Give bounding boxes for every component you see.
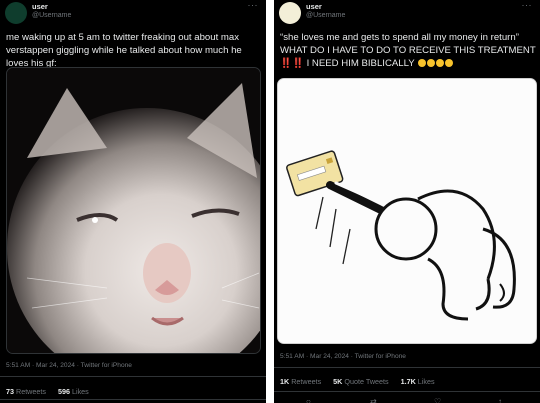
cat-face-image <box>7 68 260 353</box>
reply-icon[interactable]: ○ <box>306 397 311 403</box>
double-exclamation-icon: ‼️‼️ <box>280 58 304 69</box>
avatar[interactable] <box>5 2 27 24</box>
quotes-stat[interactable]: 5K Quote Tweets <box>333 377 388 386</box>
tweet-text: me waking up at 5 am to twitter freaking… <box>6 32 242 69</box>
likes-stat[interactable]: 596 Likes <box>58 387 89 396</box>
tweet-stats: 1K Retweets 5K Quote Tweets 1.7K Likes <box>280 377 445 386</box>
user-name[interactable]: user <box>32 2 48 11</box>
retweets-stat[interactable]: 1K Retweets <box>280 377 321 386</box>
stick-figure-drawing <box>278 79 536 343</box>
retweets-stat[interactable]: 73 Retweets <box>6 387 46 396</box>
divider <box>274 367 540 368</box>
divider <box>0 399 266 400</box>
tweet-text-line2: I NEED HIM BIBLICALLY <box>306 58 415 69</box>
more-icon[interactable]: ··· <box>248 0 259 10</box>
drawing-image[interactable] <box>277 78 537 344</box>
tweet-stats: 73 Retweets 596 Likes <box>6 387 99 396</box>
emoji-icon <box>436 59 445 67</box>
tweet-meta: 5:51 AM · Mar 24, 2024 · Twitter for iPh… <box>280 353 406 360</box>
more-icon[interactable]: ··· <box>522 0 533 10</box>
cat-photo[interactable] <box>6 67 261 354</box>
tweet-meta: 5:51 AM · Mar 24, 2024 · Twitter for iPh… <box>6 362 132 369</box>
likes-stat[interactable]: 1.7K Likes <box>401 377 435 386</box>
emoji-icon <box>427 59 436 67</box>
divider <box>0 376 266 377</box>
emoji-icon <box>445 59 454 67</box>
user-handle[interactable]: @Username <box>32 12 71 19</box>
divider <box>274 391 540 392</box>
retweet-icon[interactable]: ⇄ <box>370 397 377 403</box>
emoji-icon <box>418 59 427 67</box>
share-icon[interactable]: ↑ <box>498 397 502 403</box>
tweet-text: “she loves me and gets to spend all my m… <box>280 31 540 70</box>
avatar[interactable] <box>279 2 301 24</box>
like-icon[interactable]: ♡ <box>434 397 441 403</box>
user-name[interactable]: user <box>306 2 322 11</box>
tweet-text-line1: “she loves me and gets to spend all my m… <box>280 32 536 56</box>
user-handle[interactable]: @Username <box>306 12 345 19</box>
